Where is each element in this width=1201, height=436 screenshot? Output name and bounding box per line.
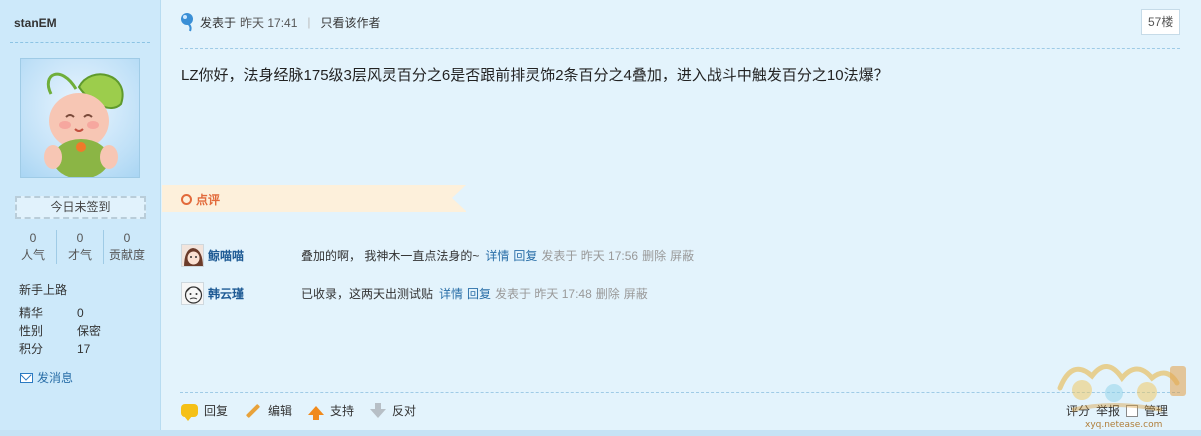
only-author-link[interactable]: 只看该作者 [321, 14, 381, 31]
stat-value: 0 [29, 231, 37, 245]
comments-bar: 点评 [162, 185, 466, 212]
support-button[interactable]: 支持 [308, 402, 355, 420]
info-value: 0 [77, 306, 84, 320]
watermark-site: xyq.netease.com [1085, 420, 1163, 430]
post-content: LZ你好，法身经脉175级3层风灵百分之6是否跟前排灵饰2条百分之4叠加，进入战… [181, 67, 889, 84]
oppose-label: 反对 [392, 404, 417, 418]
edit-label: 编辑 [268, 404, 293, 418]
arrow-up-icon [308, 406, 325, 420]
pencil-icon [244, 403, 262, 419]
comment-block-link[interactable]: 屏蔽 [624, 285, 648, 302]
mail-icon [20, 372, 33, 383]
comment-item: 鲸喵喵 叠加的啊， 我神木一直点法身的~ 详情 回复 发表于 昨天 17:56 … [181, 244, 698, 267]
comment-text: 已收录，这两天出测试贴 [301, 287, 434, 301]
girl-avatar-icon [182, 245, 203, 266]
comment-block-link[interactable]: 屏蔽 [670, 247, 694, 264]
manage-checkbox[interactable] [1126, 404, 1139, 417]
moderation-actions: 评分 举报 管理 [1066, 402, 1168, 419]
commenter-name[interactable]: 鲸喵喵 [208, 247, 301, 264]
support-label: 支持 [330, 404, 355, 418]
comment-detail-link[interactable]: 详情 [439, 285, 463, 302]
divider [10, 42, 150, 43]
commenter-avatar[interactable] [181, 244, 204, 267]
comment-meta: 发表于 昨天 17:48 [495, 287, 592, 301]
comment-text: 叠加的啊， 我神木一直点法身的~ [301, 249, 480, 263]
comment-meta: 发表于 昨天 17:56 [541, 249, 639, 263]
arrow-down-icon [370, 403, 387, 418]
stat-contribution[interactable]: 0 贡献度 [104, 230, 150, 264]
avatar-illustration-icon [44, 72, 124, 177]
user-rank: 新手上路 [19, 283, 68, 297]
edit-button[interactable]: 编辑 [244, 402, 292, 419]
commenter-name[interactable]: 韩云瑾 [208, 285, 301, 302]
stat-talent[interactable]: 0 才气 [57, 230, 104, 264]
username[interactable]: stanEM [14, 16, 57, 30]
comment-reply-link[interactable]: 回复 [467, 285, 491, 302]
header-pipe: | [307, 15, 311, 29]
info-key: 积分 [19, 342, 44, 356]
stat-popularity[interactable]: 0 人气 [10, 230, 57, 264]
info-value: 17 [77, 342, 91, 356]
floor-number[interactable]: 57楼 [1141, 9, 1181, 35]
stat-value: 0 [76, 231, 84, 245]
user-info: 精华 0 性别 保密 积分 17 [19, 304, 101, 358]
user-stats: 0 人气 0 才气 0 贡献度 [10, 230, 150, 264]
comments-title: 点评 [196, 193, 221, 207]
signin-status-button[interactable]: 今日未签到 [15, 196, 146, 219]
info-key: 精华 [19, 306, 44, 320]
post-status-icon [181, 13, 193, 32]
reply-label: 回复 [204, 404, 229, 418]
comment-reply-link[interactable]: 回复 [513, 247, 537, 264]
user-sidebar: stanEM 今日未签到 0 人气 0 才气 0 贡献度 新手上路 精华 0 性… [0, 0, 161, 436]
user-avatar[interactable] [20, 58, 140, 178]
oppose-button[interactable]: 反对 [370, 402, 416, 419]
post-header: 发表于 昨天 17:41 | 只看该作者 [180, 12, 381, 32]
stat-label: 才气 [67, 248, 92, 262]
send-message-label: 发消息 [37, 371, 74, 385]
report-link[interactable]: 举报 [1096, 402, 1120, 419]
posted-time: 昨天 17:41 [240, 15, 298, 30]
rate-link[interactable]: 评分 [1066, 402, 1090, 419]
stat-label: 人气 [20, 248, 45, 262]
header-divider [180, 48, 1180, 49]
info-row-essence: 精华 0 [19, 304, 101, 322]
stat-value: 0 [123, 231, 131, 245]
posted-prefix: 发表于 [200, 15, 237, 30]
commenter-avatar[interactable] [181, 282, 204, 305]
comment-delete-link[interactable]: 删除 [642, 247, 666, 264]
footer-strip [0, 430, 1201, 436]
speech-bubble-icon [181, 404, 198, 421]
footer-divider [180, 392, 1180, 393]
sketch-face-avatar-icon [182, 283, 203, 304]
comment-delete-link[interactable]: 删除 [596, 285, 620, 302]
info-row-points: 积分 17 [19, 340, 101, 358]
info-key: 性别 [19, 324, 44, 338]
comment-circle-icon [181, 194, 192, 205]
comment-item: 韩云瑾 已收录，这两天出测试贴 详情 回复 发表于 昨天 17:48 删除 屏蔽 [181, 282, 652, 305]
info-row-gender: 性别 保密 [19, 322, 101, 340]
reply-button[interactable]: 回复 [181, 402, 229, 421]
post-actions: 回复 编辑 支持 反对 [181, 402, 432, 421]
manage-link[interactable]: 管理 [1144, 402, 1168, 419]
send-message-link[interactable]: 发消息 [20, 369, 73, 386]
comment-detail-link[interactable]: 详情 [485, 247, 509, 264]
stat-label: 贡献度 [108, 248, 145, 262]
comments-label: 点评 [181, 191, 220, 208]
info-value: 保密 [77, 324, 102, 338]
